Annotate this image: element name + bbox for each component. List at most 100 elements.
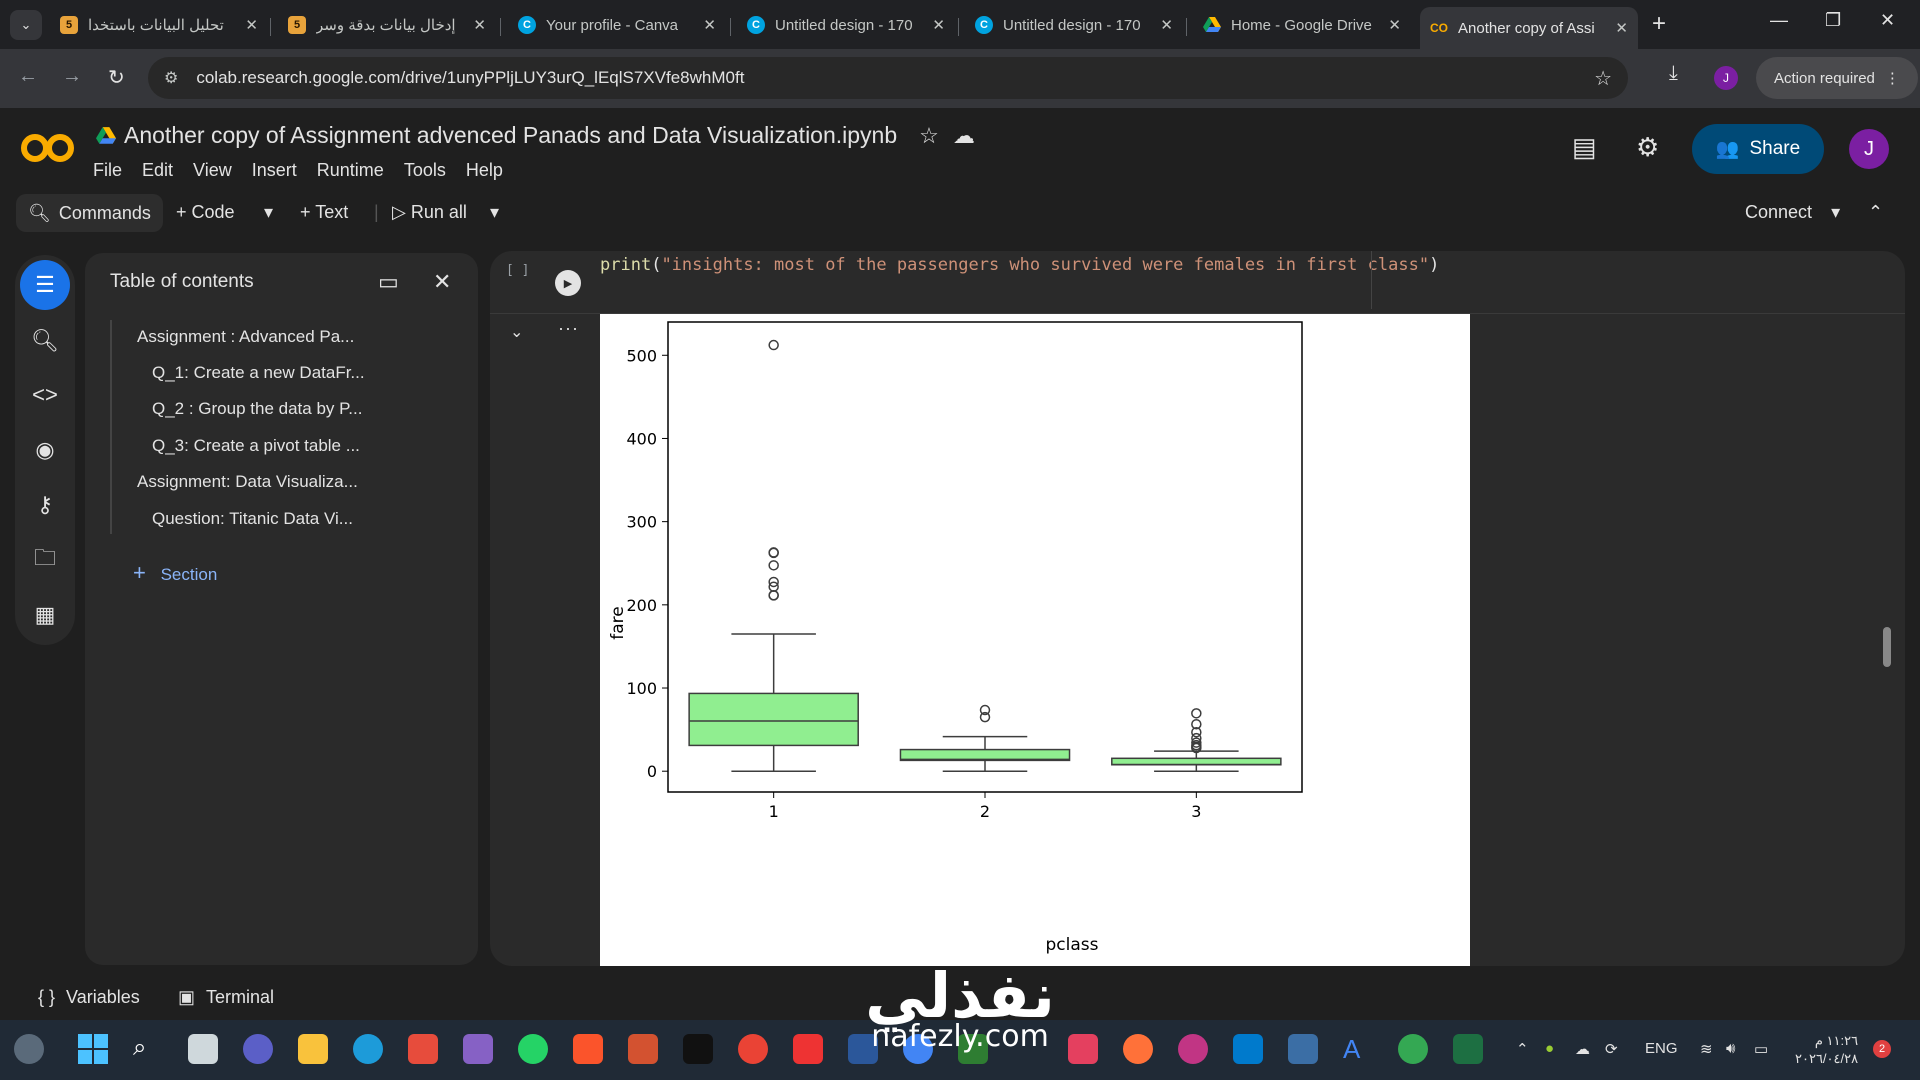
search-icon[interactable]: ⌕ <box>133 1034 163 1064</box>
bookmark-star-icon[interactable]: ☆ <box>1594 66 1612 91</box>
powerpoint-icon[interactable] <box>628 1034 658 1064</box>
close-tab-icon[interactable]: ✕ <box>1615 19 1628 37</box>
menu-edit[interactable]: Edit <box>142 160 173 181</box>
open-in-tab-icon[interactable]: ▭ <box>378 269 399 295</box>
menu-file[interactable]: File <box>93 160 122 181</box>
browser-profile-avatar[interactable]: J <box>1714 66 1738 90</box>
star-icon[interactable]: ☆ <box>919 123 939 149</box>
whatsapp-icon[interactable] <box>518 1034 548 1064</box>
edge-icon[interactable] <box>353 1034 383 1064</box>
menu-insert[interactable]: Insert <box>252 160 297 181</box>
chevron-down-icon[interactable]: ▾ <box>490 202 499 223</box>
vscode-icon[interactable] <box>1233 1034 1263 1064</box>
connect-button[interactable]: Connect ▾ <box>1745 202 1840 223</box>
toc-item[interactable]: Assignment: Data Visualiza... <box>137 472 358 492</box>
table-of-contents-icon[interactable]: ☰ <box>20 260 70 310</box>
drive-icon[interactable] <box>96 126 116 145</box>
language-indicator[interactable]: ENG <box>1645 1040 1678 1057</box>
close-window-icon[interactable]: ✕ <box>1880 10 1895 31</box>
new-tab-icon[interactable]: + <box>1652 10 1666 38</box>
tray-app-icon[interactable]: ⟳ <box>1605 1040 1618 1058</box>
minimize-icon[interactable]: — <box>1770 10 1788 31</box>
commands-button[interactable]: 🔍︎ Commands <box>16 194 163 232</box>
folder-icon[interactable]: 🗀 <box>25 540 65 580</box>
close-tab-icon[interactable]: ✕ <box>245 16 258 34</box>
close-tab-icon[interactable]: ✕ <box>1160 16 1173 34</box>
brave-icon[interactable] <box>573 1034 603 1064</box>
chrome-icon[interactable] <box>1398 1034 1428 1064</box>
firefox-icon[interactable] <box>1123 1034 1153 1064</box>
account-avatar[interactable]: J <box>1849 129 1889 169</box>
add-code-button[interactable]: + Code <box>176 202 235 223</box>
back-icon[interactable]: ← <box>18 65 38 88</box>
chevron-up-icon[interactable]: ⌃ <box>1516 1040 1529 1058</box>
comments-icon[interactable]: ▤ <box>1572 132 1597 163</box>
url-text[interactable]: colab.research.google.com/drive/1unyPPlj… <box>196 68 744 88</box>
share-button[interactable]: 👥 Share <box>1692 124 1824 174</box>
windows-start-icon[interactable] <box>78 1034 108 1064</box>
close-icon[interactable]: ✕ <box>433 269 451 295</box>
file-explorer-icon[interactable] <box>298 1034 328 1064</box>
colab-logo[interactable] <box>20 128 76 168</box>
wifi-icon[interactable]: ≋ <box>1700 1040 1713 1058</box>
access-icon[interactable] <box>1068 1034 1098 1064</box>
clock[interactable]: ١١:٢٦ م ٢٠٢٦/٠٤/٢٨ <box>1795 1032 1858 1068</box>
action-required-button[interactable]: Action required ⋮ <box>1756 57 1918 99</box>
terminal-button[interactable]: ▣ Terminal <box>178 987 274 1008</box>
code-cell-editor[interactable]: print("insights: most of the passengers … <box>600 255 1439 275</box>
browser-tab-active[interactable]: CO Another copy of Assi ✕ <box>1420 7 1638 49</box>
code-snippets-icon[interactable]: <> <box>25 375 65 415</box>
tray-app-icon[interactable]: ☁ <box>1575 1040 1590 1058</box>
find-replace-icon[interactable]: 🔍︎ <box>25 321 65 361</box>
secrets-eye-icon[interactable]: ◉ <box>25 430 65 470</box>
close-tab-icon[interactable]: ✕ <box>473 16 486 34</box>
download-icon[interactable]: ⤓ <box>1669 62 1678 85</box>
settings-gear-icon[interactable]: ⚙ <box>1636 132 1659 163</box>
close-tab-icon[interactable]: ✕ <box>932 16 945 34</box>
url-omnibox[interactable]: ⚙ colab.research.google.com/drive/1unyPP… <box>148 57 1628 99</box>
chevron-down-icon[interactable]: ▾ <box>264 202 273 223</box>
toc-item[interactable]: Q_1: Create a new DataFr... <box>152 363 365 383</box>
visual-studio-icon[interactable] <box>463 1034 493 1064</box>
run-cell-button[interactable]: ▶ <box>555 270 581 296</box>
app-icon[interactable] <box>1178 1034 1208 1064</box>
menu-runtime[interactable]: Runtime <box>317 160 384 181</box>
browser-tab[interactable]: C Untitled design - 170 ✕ <box>965 7 1183 43</box>
restore-icon[interactable]: ❐ <box>1825 10 1841 31</box>
forward-icon[interactable]: → <box>62 65 82 88</box>
browser-tab[interactable]: 5 إدخال بيانات بدقة وسر ✕ <box>278 7 496 43</box>
tab-search-button[interactable]: ⌄ <box>10 10 42 40</box>
reload-icon[interactable]: ↻ <box>108 65 125 90</box>
add-section-button[interactable]: + Section <box>133 560 217 586</box>
toc-item[interactable]: Q_2 : Group the data by P... <box>152 399 362 419</box>
volume-icon[interactable]: 🔊︎ <box>1726 1040 1735 1057</box>
meet-icon[interactable] <box>243 1034 273 1064</box>
wps-icon[interactable] <box>793 1034 823 1064</box>
tray-app-icon[interactable]: ● <box>1545 1040 1554 1057</box>
menu-view[interactable]: View <box>193 160 232 181</box>
collapse-output-icon[interactable]: ⌄ <box>510 322 523 342</box>
chrome-icon[interactable] <box>738 1034 768 1064</box>
toc-item[interactable]: Assignment : Advanced Pa... <box>137 327 354 347</box>
browser-tab[interactable]: C Untitled design - 170 ✕ <box>737 7 955 43</box>
output-menu-icon[interactable]: ··· <box>558 318 579 339</box>
add-text-button[interactable]: + Text <box>300 202 348 223</box>
browser-tab[interactable]: 5 تحليل البيانات باستخدا ✕ <box>50 7 268 43</box>
excel-icon[interactable] <box>1453 1034 1483 1064</box>
toc-item[interactable]: Question: Titanic Data Vi... <box>152 509 353 529</box>
toc-item[interactable]: Q_3: Create a pivot table ... <box>152 436 360 456</box>
key-icon[interactable]: ⚷ <box>25 485 65 525</box>
store-icon[interactable] <box>408 1034 438 1064</box>
site-info-icon[interactable]: ⚙ <box>164 68 178 88</box>
table-icon[interactable]: ▦ <box>25 595 65 635</box>
run-all-button[interactable]: ▷ Run all <box>392 202 467 223</box>
chevron-up-icon[interactable]: ⌃ <box>1868 202 1883 223</box>
menu-help[interactable]: Help <box>466 160 503 181</box>
tiktok-icon[interactable] <box>683 1034 713 1064</box>
notebook-title[interactable]: Another copy of Assignment advenced Pana… <box>124 122 897 149</box>
variables-button[interactable]: { } Variables <box>38 987 140 1008</box>
battery-icon[interactable]: ▭ <box>1754 1040 1768 1058</box>
weather-icon[interactable] <box>14 1034 44 1064</box>
cloud-saved-icon[interactable]: ☁ <box>953 123 975 149</box>
notification-badge[interactable]: 2 <box>1873 1040 1891 1058</box>
